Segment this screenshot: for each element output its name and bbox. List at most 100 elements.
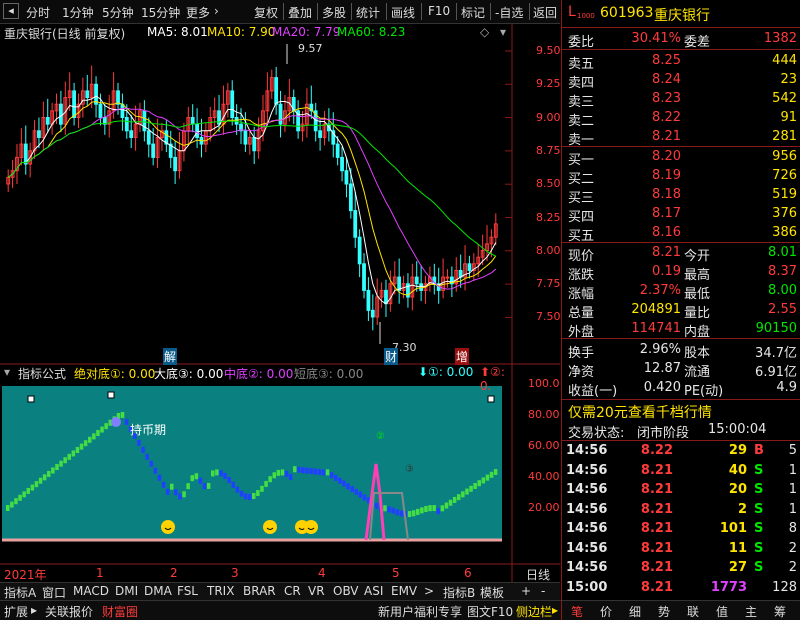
f10-button[interactable]: F10	[428, 4, 450, 18]
level2-promo-text[interactable]: 仅需20元查看千档行情	[568, 402, 712, 422]
add-button[interactable]: +	[521, 584, 531, 598]
back-button[interactable]: 返回	[533, 4, 557, 21]
bid-price: 8.16	[652, 225, 681, 240]
tab-dma[interactable]: DMA	[144, 584, 172, 598]
wealth-circle-button[interactable]: 财富圈	[102, 603, 138, 620]
tab-brar[interactable]: BRAR	[243, 584, 276, 598]
menu-arrow-icon[interactable]: ◂	[3, 3, 19, 19]
sidebar-arrow-icon: ▸	[552, 603, 559, 617]
tab-indicator-a[interactable]: 指标A	[4, 584, 36, 601]
tick-price: 8.21	[640, 462, 673, 478]
overlay-button[interactable]: 叠加	[288, 4, 312, 21]
stat-value: 114741	[631, 321, 681, 336]
bid-label: 买二	[568, 172, 595, 187]
tick-row: 14:56 8.21 11 S 2	[562, 540, 800, 558]
smiley-icon	[263, 520, 277, 534]
tab-emv[interactable]: EMV	[391, 584, 417, 598]
tab-indicator-b[interactable]: 指标B	[443, 584, 475, 601]
period-label[interactable]: 日线	[526, 566, 550, 583]
related-quote-button[interactable]: 关联报价	[45, 603, 93, 620]
dropdown-arrow-icon[interactable]: ▾	[500, 25, 506, 39]
indicator-title[interactable]: 指标公式	[18, 365, 66, 382]
tick-price: 8.22	[640, 443, 673, 458]
indicator-step	[67, 453, 71, 460]
indicator-step	[444, 502, 449, 509]
settings-diamond-icon[interactable]: ◇	[480, 25, 489, 39]
sidebar-link[interactable]: 侧边栏	[516, 603, 552, 620]
stat-value: 0.19	[652, 264, 681, 279]
candle-body	[362, 263, 366, 291]
kline-chart[interactable]	[0, 24, 560, 582]
more-arrow-icon[interactable]: ›	[214, 4, 219, 18]
indicator-menu-icon[interactable]: ▾	[4, 365, 10, 379]
event-tag-finance[interactable]: 财	[384, 348, 399, 365]
tick-time: 14:56	[566, 540, 608, 556]
indicator-step	[223, 472, 227, 479]
level-badge: L	[568, 4, 576, 20]
indicator-step	[10, 501, 14, 508]
tab-vr[interactable]: VR	[308, 584, 325, 598]
multi-stock-button[interactable]: 多股	[322, 4, 346, 21]
tick-row: 14:56 8.21 20 S 1	[562, 481, 800, 499]
ma5-legend: MA5: 8.01	[147, 25, 208, 39]
period-tab-15min[interactable]: 15分钟	[141, 4, 180, 21]
period-tab-5min[interactable]: 5分钟	[102, 4, 134, 21]
indicator-step	[149, 460, 153, 467]
tabs-more-arrow[interactable]: >	[424, 584, 434, 598]
period-tab-intraday[interactable]: 分时	[26, 4, 50, 21]
tab-template[interactable]: 模板	[480, 584, 504, 601]
new-user-promo-link[interactable]: 新用户福利专享	[378, 603, 462, 620]
candle-body	[353, 210, 358, 238]
period-tab-more[interactable]: 更多	[186, 4, 210, 21]
restore-rights-button[interactable]: 复权	[254, 4, 278, 21]
indicator-step	[395, 509, 399, 516]
mark-button[interactable]: 标记	[461, 4, 485, 21]
quote-header: L 1000 601963 重庆银行	[562, 4, 800, 24]
indicator-step	[268, 476, 272, 483]
tab-trix[interactable]: TRIX	[207, 584, 234, 598]
tab-dmi[interactable]: DMI	[115, 584, 138, 598]
graphic-f10-link[interactable]: 图文F10	[467, 603, 513, 620]
tab-window[interactable]: 窗口	[42, 584, 66, 601]
indicator-step	[436, 508, 440, 515]
toolbar-divider	[317, 3, 318, 20]
tab-fsl[interactable]: FSL	[177, 584, 198, 598]
statistics-button[interactable]: 统计	[356, 4, 380, 21]
event-tag-increase[interactable]: 增	[455, 348, 470, 365]
date-axis-year: 2021年	[4, 568, 47, 582]
indicator-step	[432, 505, 436, 512]
draw-line-button[interactable]: 画线	[391, 4, 415, 21]
ask-row: 卖二 8.22 91	[562, 109, 800, 129]
indicator-step	[256, 490, 260, 497]
tick-row: 14:56 8.21 2 S 1	[562, 501, 800, 519]
tick-time: 14:56	[566, 501, 608, 517]
bid-label: 买四	[568, 210, 595, 225]
stat-value: 204891	[631, 302, 681, 317]
indicator-step	[329, 472, 334, 479]
event-tag-unlock[interactable]: 解	[163, 348, 178, 365]
indicator-step	[264, 480, 268, 487]
remove-button[interactable]: -	[541, 584, 545, 598]
divider	[562, 440, 800, 441]
tab-asi[interactable]: ASI	[364, 584, 383, 598]
level2-promo[interactable]: 仅需20元查看千档行情	[562, 401, 800, 422]
candle-body	[278, 103, 283, 125]
remove-watchlist-button[interactable]: -自选	[495, 4, 523, 21]
expand-button[interactable]: 扩展	[4, 603, 28, 620]
tab-cr[interactable]: CR	[284, 584, 301, 598]
period-tab-1min[interactable]: 1分钟	[62, 4, 94, 21]
indicator-item-big-bottom: 大底③: 0.00	[154, 367, 224, 381]
indicator-tab-bar: 指标A 窗口 MACD DMI DMA FSL TRIX BRAR CR VR …	[0, 582, 560, 600]
divider	[562, 27, 800, 28]
indicator-step	[293, 466, 297, 473]
tab-obv[interactable]: OBV	[333, 584, 359, 598]
tab-macd[interactable]: MACD	[73, 584, 109, 598]
tick-row: 15:00 8.21 1773 128	[562, 579, 800, 597]
signal-box	[27, 395, 35, 403]
indicator-step	[260, 485, 264, 492]
indicator-step	[141, 446, 145, 453]
indicator-item-short-bottom: 短底③: 0.00	[294, 367, 364, 381]
tick-row: 14:56 8.22 29 B 5	[562, 442, 800, 460]
tick-price: 8.21	[640, 482, 673, 497]
ask-volume: 444	[772, 53, 797, 68]
